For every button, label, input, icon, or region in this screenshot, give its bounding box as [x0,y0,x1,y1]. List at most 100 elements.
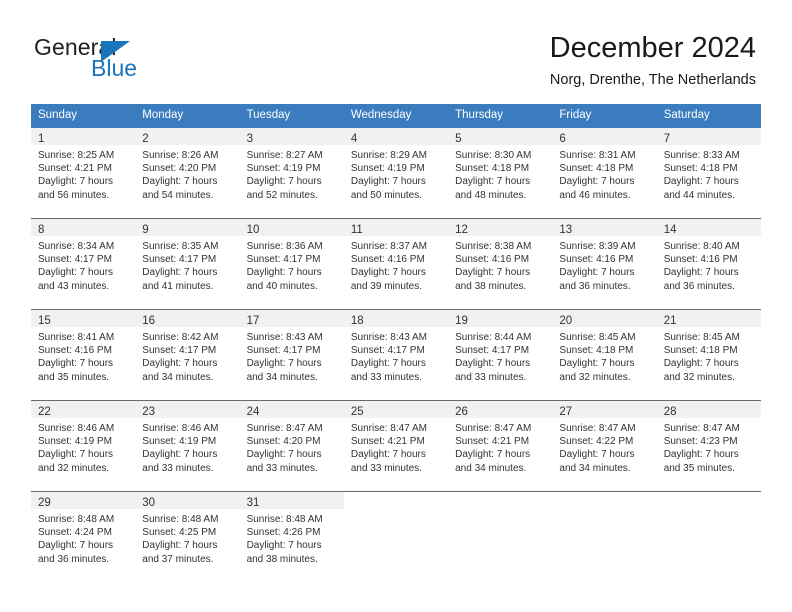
day-details: Sunrise: 8:42 AM Sunset: 4:17 PM Dayligh… [135,327,239,384]
sunset-text: Sunset: 4:21 PM [350,436,425,448]
daylight-text-line2: and 56 minutes. [38,189,110,201]
day-details: Sunrise: 8:25 AM Sunset: 4:21 PM Dayligh… [31,145,135,202]
sunrise-text: Sunrise: 8:27 AM [246,150,323,161]
sunset-text: Sunset: 4:16 PM [663,254,738,266]
daylight-text-line2: and 34 minutes. [455,462,527,474]
daylight-text-line2: and 34 minutes. [142,371,214,383]
sunset-text: Sunset: 4:18 PM [663,345,738,357]
day-number-bar: 10 [239,219,344,236]
weekday-header-thursday: Thursday [455,109,504,121]
calendar-day-cell-31[interactable]: 31 Sunrise: 8:48 AM Sunset: 4:26 PM Dayl… [239,492,344,582]
sunrise-text: Sunrise: 8:47 AM [350,423,427,434]
calendar-day-cell-2[interactable]: 2 Sunrise: 8:26 AM Sunset: 4:20 PM Dayli… [135,128,240,218]
calendar-day-cell-12[interactable]: 12 Sunrise: 8:38 AM Sunset: 4:16 PM Dayl… [448,219,553,309]
calendar-day-cell-19[interactable]: 19 Sunrise: 8:44 AM Sunset: 4:17 PM Dayl… [448,310,553,400]
daylight-text-line1: Daylight: 7 hours [455,176,531,188]
day-details: Sunrise: 8:30 AM Sunset: 4:18 PM Dayligh… [448,145,552,202]
weekday-header-wednesday: Wednesday [350,109,412,121]
calendar-day-cell-23[interactable]: 23 Sunrise: 8:46 AM Sunset: 4:19 PM Dayl… [135,401,240,491]
day-number: 23 [142,406,156,418]
calendar-day-cell-26[interactable]: 26 Sunrise: 8:47 AM Sunset: 4:21 PM Dayl… [448,401,553,491]
calendar-day-cell-8[interactable]: 8 Sunrise: 8:34 AM Sunset: 4:17 PM Dayli… [31,219,136,309]
sunrise-text: Sunrise: 8:29 AM [350,150,427,161]
day-details: Sunrise: 8:47 AM Sunset: 4:20 PM Dayligh… [240,418,344,475]
sunset-text: Sunset: 4:18 PM [559,163,634,175]
calendar-day-cell-7[interactable]: 7 Sunrise: 8:33 AM Sunset: 4:18 PM Dayli… [656,128,761,218]
day-number-bar: 25 [343,401,449,418]
daylight-text-line2: and 32 minutes. [663,371,735,383]
day-number-bar [448,492,552,509]
day-number-bar: 3 [239,128,344,145]
calendar-day-cell-13[interactable]: 13 Sunrise: 8:39 AM Sunset: 4:16 PM Dayl… [552,219,657,309]
sunset-text: Sunset: 4:19 PM [246,163,321,175]
day-number: 27 [559,406,573,418]
day-number-bar: 2 [135,128,240,145]
calendar-day-cell-18[interactable]: 18 Sunrise: 8:43 AM Sunset: 4:17 PM Dayl… [343,310,449,400]
day-number-bar: 6 [552,128,657,145]
calendar-day-cell-27[interactable]: 27 Sunrise: 8:47 AM Sunset: 4:22 PM Dayl… [552,401,657,491]
calendar-day-cell-22[interactable]: 22 Sunrise: 8:46 AM Sunset: 4:19 PM Dayl… [31,401,136,491]
calendar-day-cell-21[interactable]: 21 Sunrise: 8:45 AM Sunset: 4:18 PM Dayl… [656,310,761,400]
daylight-text-line2: and 41 minutes. [142,280,214,292]
daylight-text-line1: Daylight: 7 hours [38,449,114,461]
sunset-text: Sunset: 4:19 PM [38,436,112,448]
daylight-text-line1: Daylight: 7 hours [142,267,218,279]
day-number-bar: 16 [135,310,240,327]
daylight-text-line1: Daylight: 7 hours [246,358,322,370]
day-details: Sunrise: 8:31 AM Sunset: 4:18 PM Dayligh… [552,145,656,202]
calendar-day-cell-5[interactable]: 5 Sunrise: 8:30 AM Sunset: 4:18 PM Dayli… [448,128,553,218]
general-blue-logo[interactable]: General Blue [34,34,234,84]
sunrise-text: Sunrise: 8:43 AM [246,332,323,343]
day-number: 25 [350,406,364,418]
calendar-day-cell-16[interactable]: 16 Sunrise: 8:42 AM Sunset: 4:17 PM Dayl… [135,310,240,400]
sunrise-text: Sunrise: 8:25 AM [38,150,115,161]
calendar-day-cell-empty [656,492,761,582]
daylight-text-line2: and 48 minutes. [455,189,527,201]
calendar-day-cell-28[interactable]: 28 Sunrise: 8:47 AM Sunset: 4:23 PM Dayl… [656,401,761,491]
daylight-text-line1: Daylight: 7 hours [38,540,114,552]
calendar-day-cell-6[interactable]: 6 Sunrise: 8:31 AM Sunset: 4:18 PM Dayli… [552,128,657,218]
day-details: Sunrise: 8:48 AM Sunset: 4:24 PM Dayligh… [31,509,135,566]
calendar-day-cell-empty [552,492,657,582]
calendar-day-cell-17[interactable]: 17 Sunrise: 8:43 AM Sunset: 4:17 PM Dayl… [239,310,344,400]
weekday-header-friday: Friday [559,109,592,121]
day-number-bar: 27 [552,401,657,418]
calendar-day-cell-10[interactable]: 10 Sunrise: 8:36 AM Sunset: 4:17 PM Dayl… [239,219,344,309]
weekday-header-monday: Monday [142,109,184,121]
sunrise-text: Sunrise: 8:46 AM [142,423,219,434]
day-number: 22 [38,406,51,418]
title-block: December 2024 Norg, Drenthe, The Netherl… [550,30,756,90]
calendar-day-cell-20[interactable]: 20 Sunrise: 8:45 AM Sunset: 4:18 PM Dayl… [552,310,657,400]
page-title: December 2024 [549,32,756,64]
sunset-text: Sunset: 4:25 PM [142,527,217,539]
calendar-day-cell-14[interactable]: 14 Sunrise: 8:40 AM Sunset: 4:16 PM Dayl… [656,219,761,309]
calendar-day-cell-29[interactable]: 29 Sunrise: 8:48 AM Sunset: 4:24 PM Dayl… [31,492,136,582]
day-details: Sunrise: 8:46 AM Sunset: 4:19 PM Dayligh… [31,418,135,475]
day-number-bar: 31 [239,492,344,509]
calendar-day-cell-11[interactable]: 11 Sunrise: 8:37 AM Sunset: 4:16 PM Dayl… [343,219,449,309]
calendar-week-row-1: 1 Sunrise: 8:25 AM Sunset: 4:21 PM Dayli… [31,128,761,218]
calendar-weeks: 1 Sunrise: 8:25 AM Sunset: 4:21 PM Dayli… [31,128,761,582]
daylight-text-line2: and 38 minutes. [246,553,318,565]
day-number: 31 [246,497,260,509]
sunrise-text: Sunrise: 8:44 AM [455,332,532,343]
day-details: Sunrise: 8:26 AM Sunset: 4:20 PM Dayligh… [135,145,239,202]
day-number: 17 [246,315,260,327]
calendar-day-cell-1[interactable]: 1 Sunrise: 8:25 AM Sunset: 4:21 PM Dayli… [31,128,136,218]
daylight-text-line1: Daylight: 7 hours [246,540,322,552]
calendar-day-cell-30[interactable]: 30 Sunrise: 8:48 AM Sunset: 4:25 PM Dayl… [135,492,240,582]
calendar-day-cell-24[interactable]: 24 Sunrise: 8:47 AM Sunset: 4:20 PM Dayl… [239,401,344,491]
sunrise-text: Sunrise: 8:45 AM [559,332,636,343]
calendar-day-cell-4[interactable]: 4 Sunrise: 8:29 AM Sunset: 4:19 PM Dayli… [343,128,449,218]
daylight-text-line1: Daylight: 7 hours [455,358,531,370]
calendar-day-cell-15[interactable]: 15 Sunrise: 8:41 AM Sunset: 4:16 PM Dayl… [31,310,136,400]
sunset-text: Sunset: 4:17 PM [142,254,217,266]
calendar-day-cell-3[interactable]: 3 Sunrise: 8:27 AM Sunset: 4:19 PM Dayli… [239,128,344,218]
calendar-day-cell-25[interactable]: 25 Sunrise: 8:47 AM Sunset: 4:21 PM Dayl… [343,401,449,491]
weekday-header-saturday: Saturday [663,109,710,121]
weekday-header-row: Sunday Monday Tuesday Wednesday Thursday… [31,104,761,128]
calendar-day-cell-9[interactable]: 9 Sunrise: 8:35 AM Sunset: 4:17 PM Dayli… [135,219,240,309]
sunset-text: Sunset: 4:24 PM [38,527,112,539]
page-header: General Blue December 2024 Norg, Drenthe… [0,0,792,98]
day-number-bar: 26 [448,401,553,418]
